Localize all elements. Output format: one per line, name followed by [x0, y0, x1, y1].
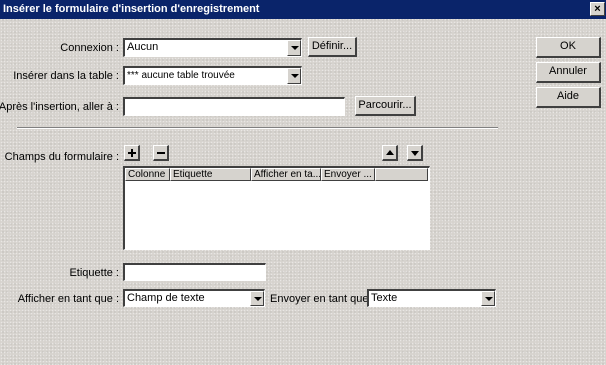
table-label: Insérer dans la table :	[13, 70, 119, 82]
move-up-button[interactable]	[382, 145, 398, 161]
chevron-down-icon[interactable]	[250, 291, 264, 306]
after-insert-input[interactable]	[123, 97, 345, 116]
move-down-button[interactable]	[407, 145, 423, 161]
add-field-button[interactable]	[124, 145, 140, 161]
column-header-colonne[interactable]: Colonne	[125, 168, 170, 181]
column-header-afficher[interactable]: Afficher en ta...	[251, 168, 321, 181]
column-header-filler	[375, 168, 428, 181]
arrow-up-icon	[386, 150, 394, 155]
ok-button[interactable]: OK	[536, 37, 601, 58]
submit-as-label: Envoyer en tant que :	[270, 293, 375, 305]
define-button[interactable]: Définir...	[308, 37, 357, 57]
form-fields-label: Champs du formulaire :	[4, 151, 119, 163]
etiquette-input[interactable]	[123, 263, 266, 281]
window-title: Insérer le formulaire d'insertion d'enre…	[3, 3, 260, 15]
after-insert-label: Après l'insertion, aller à :	[0, 101, 119, 113]
close-icon: ×	[594, 3, 601, 15]
title-bar: Insérer le formulaire d'insertion d'enre…	[0, 0, 606, 19]
display-as-select[interactable]: Champ de texte	[123, 289, 265, 307]
chevron-down-icon[interactable]	[287, 68, 301, 84]
connection-select[interactable]: Aucun	[123, 38, 302, 57]
section-divider	[17, 127, 498, 129]
form-fields-list[interactable]: Colonne Etiquette Afficher en ta... Envo…	[123, 166, 430, 250]
chevron-down-icon[interactable]	[287, 40, 301, 56]
connection-value: Aucun	[127, 41, 159, 53]
remove-field-button[interactable]	[153, 145, 169, 161]
submit-as-select[interactable]: Texte	[367, 289, 496, 307]
display-as-value: Champ de texte	[127, 292, 205, 304]
table-select[interactable]: *** aucune table trouvée	[123, 66, 302, 85]
minus-icon	[157, 152, 165, 154]
close-button[interactable]: ×	[590, 2, 605, 16]
etiquette-label: Etiquette :	[69, 267, 119, 279]
display-as-label: Afficher en tant que :	[17, 293, 119, 305]
submit-as-value: Texte	[371, 292, 398, 304]
cancel-button[interactable]: Annuler	[536, 62, 601, 83]
table-value: *** aucune table trouvée	[127, 70, 235, 81]
arrow-down-icon	[411, 151, 419, 156]
chevron-down-icon[interactable]	[481, 291, 495, 306]
list-header: Colonne Etiquette Afficher en ta... Envo…	[125, 168, 428, 181]
column-header-envoyer[interactable]: Envoyer ...	[321, 168, 375, 181]
connection-label: Connexion :	[60, 42, 119, 54]
column-header-etiquette[interactable]: Etiquette	[170, 168, 251, 181]
help-button[interactable]: Aide	[536, 87, 601, 108]
browse-button[interactable]: Parcourir...	[355, 96, 416, 116]
